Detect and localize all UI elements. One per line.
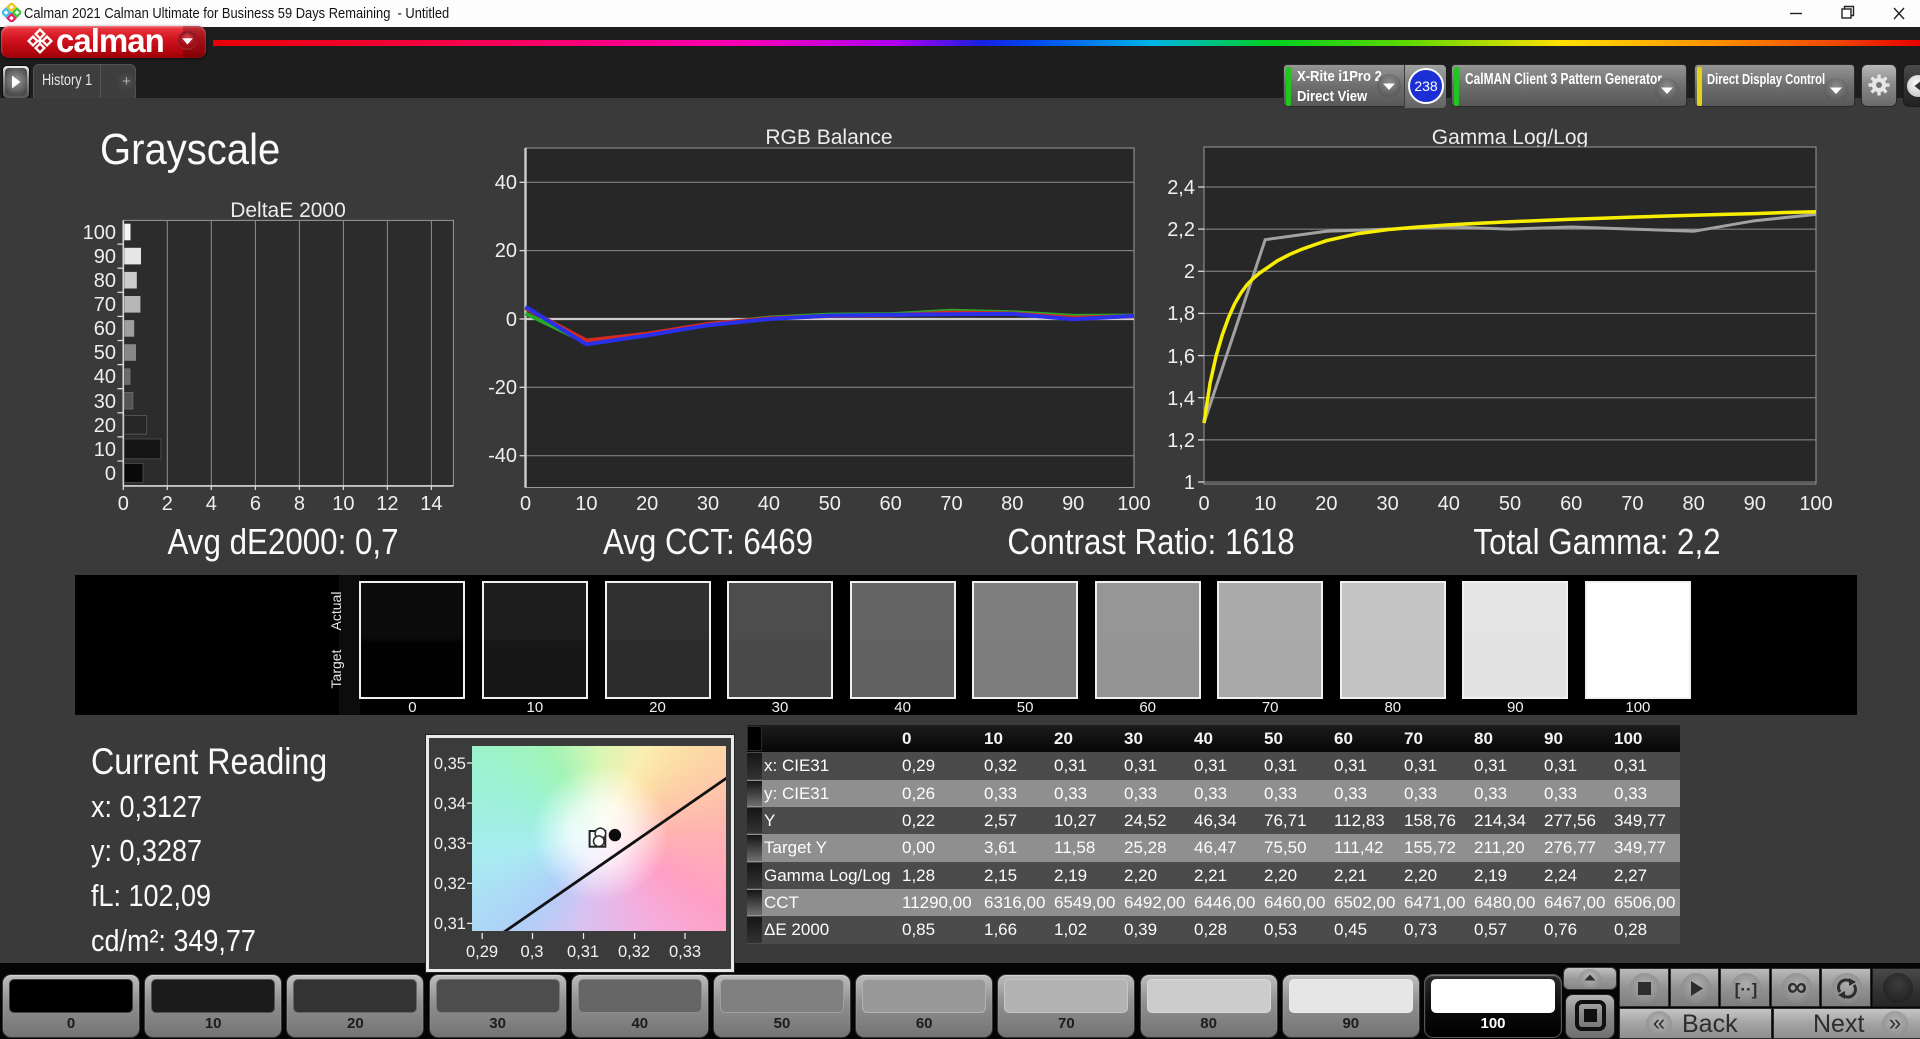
- svg-text:100: 100: [1799, 493, 1832, 515]
- svg-text:100: 100: [83, 222, 116, 244]
- svg-text:40: 40: [1438, 493, 1460, 515]
- svg-text:4: 4: [206, 493, 217, 515]
- svg-text:-20: -20: [488, 377, 517, 399]
- svg-text:0,31: 0,31: [434, 915, 466, 933]
- svg-text:90: 90: [94, 246, 116, 268]
- svg-text:DeltaE 2000: DeltaE 2000: [230, 199, 346, 222]
- svg-text:-40: -40: [488, 445, 517, 467]
- svg-text:6: 6: [250, 493, 261, 515]
- svg-text:2: 2: [1184, 261, 1195, 283]
- svg-text:10: 10: [575, 493, 597, 515]
- svg-text:10: 10: [332, 493, 354, 515]
- svg-text:1,4: 1,4: [1167, 388, 1195, 410]
- svg-text:80: 80: [1682, 493, 1704, 515]
- svg-text:1,2: 1,2: [1167, 430, 1195, 452]
- svg-text:1,8: 1,8: [1167, 303, 1195, 325]
- svg-text:60: 60: [1560, 493, 1582, 515]
- svg-text:0: 0: [118, 493, 129, 515]
- svg-text:0: 0: [105, 463, 116, 485]
- svg-text:40: 40: [758, 493, 780, 515]
- svg-text:0,29: 0,29: [466, 943, 498, 961]
- svg-text:0,3: 0,3: [521, 943, 544, 961]
- svg-text:30: 30: [94, 391, 116, 413]
- svg-text:0: 0: [1198, 493, 1209, 515]
- svg-text:50: 50: [1499, 493, 1521, 515]
- svg-text:70: 70: [94, 294, 116, 316]
- svg-text:14: 14: [420, 493, 442, 515]
- svg-text:80: 80: [1001, 493, 1023, 515]
- svg-text:20: 20: [1315, 493, 1337, 515]
- svg-text:70: 70: [1621, 493, 1643, 515]
- svg-text:8: 8: [294, 493, 305, 515]
- svg-text:40: 40: [495, 172, 517, 194]
- svg-text:80: 80: [94, 270, 116, 292]
- svg-text:50: 50: [94, 342, 116, 364]
- svg-text:20: 20: [94, 415, 116, 437]
- svg-text:0,32: 0,32: [618, 943, 650, 961]
- svg-text:100: 100: [1117, 493, 1150, 515]
- svg-text:10: 10: [94, 439, 116, 461]
- svg-text:0,33: 0,33: [669, 943, 701, 961]
- svg-text:0,35: 0,35: [434, 755, 466, 773]
- svg-text:12: 12: [376, 493, 398, 515]
- svg-text:30: 30: [697, 493, 719, 515]
- svg-text:RGB Balance: RGB Balance: [765, 126, 892, 149]
- svg-text:60: 60: [94, 318, 116, 340]
- svg-text:0,34: 0,34: [434, 795, 466, 813]
- svg-text:60: 60: [879, 493, 901, 515]
- svg-text:40: 40: [94, 366, 116, 388]
- svg-text:∞: ∞: [1787, 971, 1807, 1002]
- svg-text:0: 0: [520, 493, 531, 515]
- svg-text:0,33: 0,33: [434, 835, 466, 853]
- svg-text:20: 20: [495, 240, 517, 262]
- svg-text:2,2: 2,2: [1167, 219, 1195, 241]
- svg-text:50: 50: [819, 493, 841, 515]
- svg-text:90: 90: [1744, 493, 1766, 515]
- svg-text:70: 70: [940, 493, 962, 515]
- svg-text:0,31: 0,31: [567, 943, 599, 961]
- svg-text:1,6: 1,6: [1167, 346, 1195, 368]
- svg-text:20: 20: [636, 493, 658, 515]
- svg-text:0: 0: [506, 309, 517, 331]
- svg-text:2,4: 2,4: [1167, 177, 1195, 199]
- svg-text:Gamma Log/Log: Gamma Log/Log: [1432, 126, 1588, 149]
- svg-text:2: 2: [162, 493, 173, 515]
- svg-text:[··]: [··]: [1735, 980, 1758, 999]
- svg-text:1: 1: [1184, 472, 1195, 494]
- svg-text:10: 10: [1254, 493, 1276, 515]
- svg-text:90: 90: [1062, 493, 1084, 515]
- svg-text:0,32: 0,32: [434, 875, 466, 893]
- svg-text:30: 30: [1376, 493, 1398, 515]
